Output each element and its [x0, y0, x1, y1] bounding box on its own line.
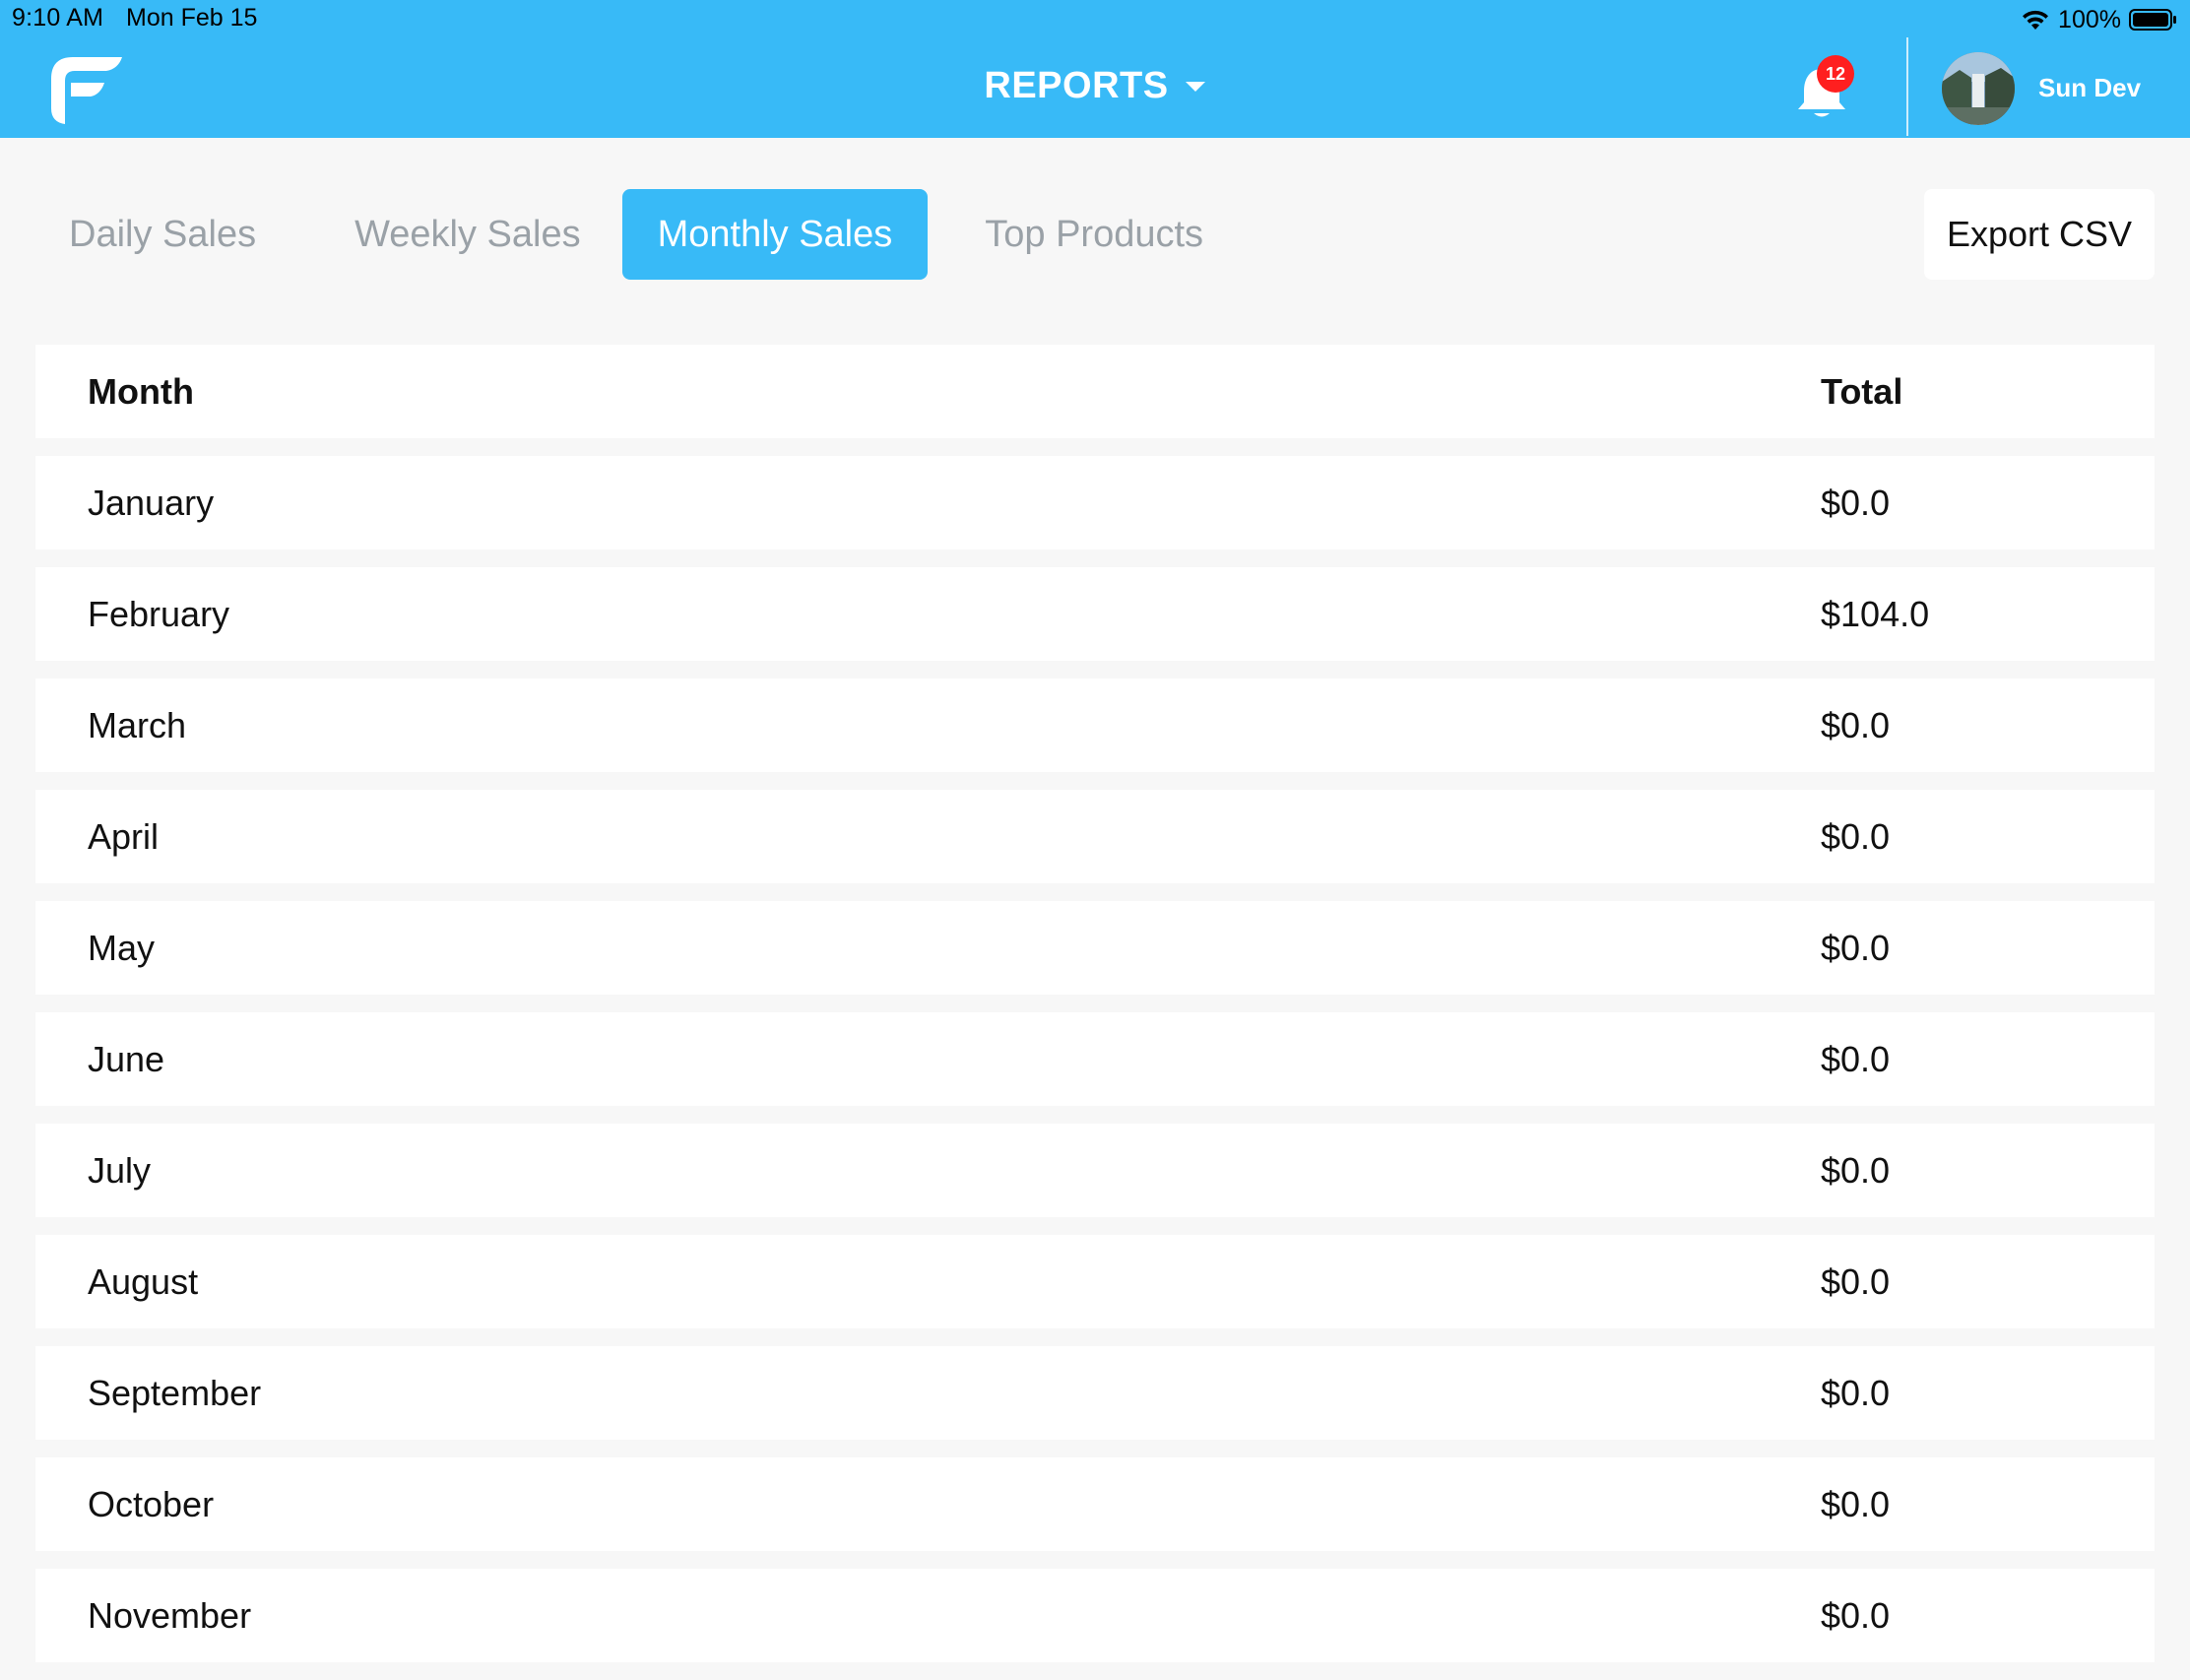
tab-top-products[interactable]: Top Products: [961, 189, 1227, 280]
table-row: June $0.0: [35, 1012, 2155, 1106]
month-cell: August: [88, 1260, 199, 1302]
total-cell: $0.0: [1821, 1594, 1891, 1636]
table-row: September $0.0: [35, 1346, 2155, 1440]
month-cell: November: [88, 1594, 252, 1636]
table-row: August $0.0: [35, 1235, 2155, 1328]
top-bar: 9:10 AM Mon Feb 15 100% REPORTS 12 Sun D…: [0, 0, 2190, 138]
status-time: 9:10 AM: [12, 4, 104, 32]
reports-dropdown[interactable]: REPORTS: [0, 65, 2190, 107]
table-row: November $0.0: [35, 1569, 2155, 1662]
month-cell: June: [88, 1038, 165, 1079]
user-name[interactable]: Sun Dev: [2038, 73, 2141, 103]
month-cell: April: [88, 815, 160, 857]
header-divider: [1906, 37, 1908, 136]
tab-weekly-sales[interactable]: Weekly Sales: [331, 189, 605, 280]
notification-badge: 12: [1817, 55, 1854, 93]
table-row: March $0.0: [35, 678, 2155, 772]
total-cell: $0.0: [1821, 927, 1891, 968]
total-cell: $0.0: [1821, 1483, 1891, 1524]
monthly-sales-table: Month Total January $0.0 February $104.0…: [35, 345, 2155, 1680]
month-cell: May: [88, 927, 156, 968]
month-cell: September: [88, 1372, 262, 1413]
total-cell: $0.0: [1821, 482, 1891, 523]
month-cell: July: [88, 1149, 152, 1191]
table-row: January $0.0: [35, 456, 2155, 549]
table-row: May $0.0: [35, 901, 2155, 995]
status-right: 100%: [2021, 2, 2178, 37]
status-date: Mon Feb 15: [126, 4, 258, 32]
table-row: February $104.0: [35, 567, 2155, 661]
table-row: July $0.0: [35, 1124, 2155, 1217]
column-header-total: Total: [1821, 370, 1903, 412]
month-cell: January: [88, 482, 215, 523]
wifi-icon: [2021, 8, 2050, 32]
table-header-row: Month Total: [35, 345, 2155, 438]
report-tabs: Daily Sales Weekly Sales Monthly Sales T…: [47, 189, 1227, 280]
total-cell: $104.0: [1821, 593, 1930, 634]
total-cell: $0.0: [1821, 704, 1891, 745]
table-row: October $0.0: [35, 1457, 2155, 1551]
tab-monthly-sales[interactable]: Monthly Sales: [621, 189, 929, 280]
battery-icon: [2129, 8, 2178, 32]
table-row: April $0.0: [35, 790, 2155, 883]
total-cell: $0.0: [1821, 1038, 1891, 1079]
total-cell: $0.0: [1821, 1260, 1891, 1302]
total-cell: $0.0: [1821, 815, 1891, 857]
chevron-down-icon: [1185, 80, 1206, 94]
total-cell: $0.0: [1821, 1149, 1891, 1191]
tab-daily-sales[interactable]: Daily Sales: [47, 189, 280, 280]
export-csv-button[interactable]: Export CSV: [1924, 189, 2155, 280]
month-cell: February: [88, 593, 230, 634]
month-cell: March: [88, 704, 187, 745]
page-title: REPORTS: [984, 65, 1169, 106]
avatar[interactable]: [1942, 52, 2015, 125]
battery-percent: 100%: [2058, 5, 2121, 33]
column-header-month: Month: [88, 370, 194, 412]
month-cell: October: [88, 1483, 215, 1524]
total-cell: $0.0: [1821, 1372, 1891, 1413]
